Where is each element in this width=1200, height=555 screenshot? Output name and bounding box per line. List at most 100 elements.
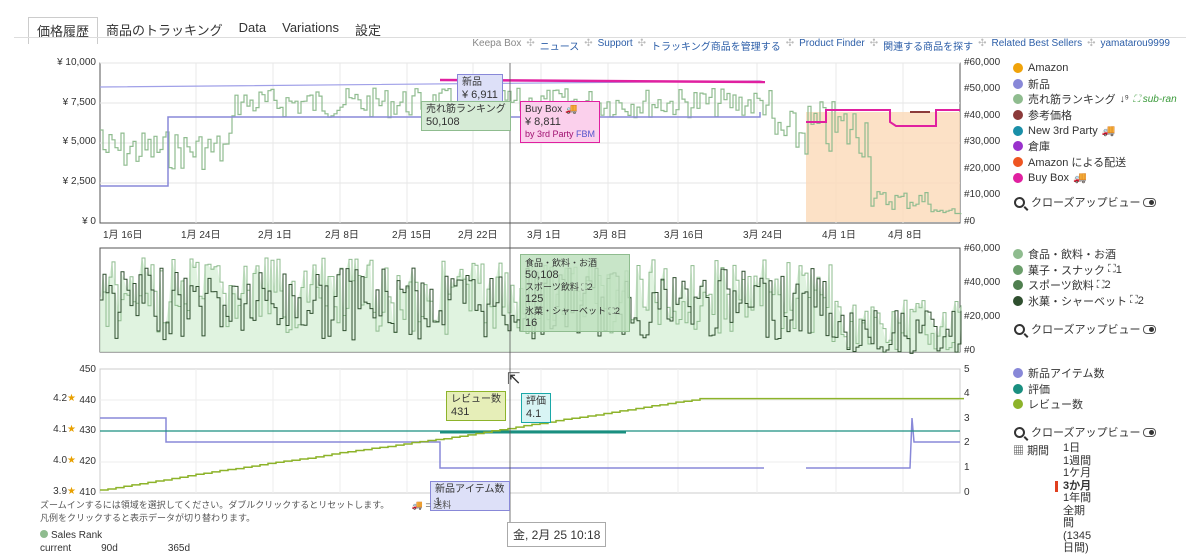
period-label: 期間 [1027, 445, 1050, 457]
y-right-tick: #10,000 [964, 189, 1001, 200]
y-right-tick: #0 [964, 345, 976, 356]
legend-new[interactable]: 新品 [1013, 76, 1177, 92]
y-right-tick: 5 [964, 364, 970, 375]
rank-swatch-icon [1013, 94, 1023, 105]
legend-label: 新品 [1028, 78, 1050, 91]
fba-swatch-icon [1013, 156, 1023, 167]
new-item-count-line-late [806, 417, 960, 469]
legend-new-3rd-party[interactable]: New 3rd Party 🚚 [1013, 123, 1177, 139]
legend-warehouse[interactable]: 倉庫 [1013, 138, 1177, 154]
tooltip-sales-rank: 売れ筋ランキング 50,108 [421, 101, 511, 131]
legend-rating[interactable]: 評価 [1013, 381, 1104, 397]
period-option-all[interactable]: 全期間 (1345 日間) [1063, 505, 1091, 555]
hierarchy-icon: ⛶ [1130, 294, 1138, 307]
chart-notes: ズームインするには領域を選択してください。ダブルクリックするとリセットします。 … [40, 499, 451, 555]
tooltip-value: ¥ 8,811 [525, 116, 561, 128]
tooltip-fbm: FBM [576, 129, 596, 139]
y-right-tick: #40,000 [964, 277, 1001, 288]
period-option-3m[interactable]: 3か月 [1055, 480, 1091, 493]
legend-sales-rank[interactable]: 売れ筋ランキング ↓⁹ ⛶ sub-ran [1013, 91, 1177, 107]
legend-label: 評価 [1028, 383, 1050, 396]
fba-region [806, 112, 960, 222]
reference-swatch-icon [1013, 109, 1023, 120]
tooltip-label: レビュー数 [451, 394, 501, 405]
chart3-legend: 新品アイテム数 評価 レビュー数 [1013, 365, 1104, 412]
tooltip-category-ranks: 食品・飲料・お酒 50,108 スポーツ飲料 ⛶2 125 氷菓・シャーベット … [520, 254, 630, 332]
x-tick: 2月 8日 [325, 230, 359, 241]
period-selector: ▦ 期間 1日 1週間 1ケ月 3か月 1年間 全期間 (1345 日間) [1013, 442, 1091, 554]
legend-label: 菓子・スナック [1028, 264, 1105, 277]
rank-swatch-icon [40, 530, 48, 538]
legend-label: Buy Box [1028, 171, 1069, 184]
cursor-icon: ⇱ [507, 371, 521, 388]
legend-buybox[interactable]: Buy Box 🚚 [1013, 170, 1177, 186]
chart2-closeup-toggle[interactable]: クローズアップビュー [1014, 321, 1157, 337]
sports-swatch-icon [1013, 280, 1023, 291]
tooltip-buybox: Buy Box 🚚 ¥ 8,811 by 3rd Party FBM [520, 101, 601, 143]
tooltip-rating: 評価 4.1 [521, 393, 551, 423]
chart3-closeup-toggle[interactable]: クローズアップビュー [1014, 424, 1157, 440]
period-option-1d[interactable]: 1日 [1063, 442, 1091, 455]
legend-label: レビュー数 [1028, 399, 1083, 412]
legend-sherbet[interactable]: 氷菓・シャーベット ⛶ 2 [1013, 293, 1144, 309]
magnifier-icon [1014, 426, 1025, 438]
x-tick: 2月 22日 [458, 230, 498, 241]
selected-marker [1055, 480, 1058, 492]
sort-icon: ↓⁹ [1119, 93, 1129, 105]
warehouse-swatch-icon [1013, 141, 1023, 152]
tooltip-review-count: レビュー数 431 [446, 391, 506, 421]
tooltip-seller: by 3rd Party [525, 129, 574, 139]
3rd-party-swatch-icon [1013, 125, 1023, 136]
truck-icon: 🚚 [1072, 172, 1087, 185]
chart2-legend: 食品・飲料・お酒 菓子・スナック ⛶ 1 スポーツ飲料 ⛶ 2 氷菓・シャーベット ⛶ 2 [1013, 246, 1144, 309]
stat-col-current: current [40, 543, 72, 554]
legend-amazon[interactable]: Amazon [1013, 60, 1177, 76]
legend-label: 食品・飲料・お酒 [1028, 248, 1116, 261]
y-right-tick: 4 [964, 388, 970, 399]
x-tick: 1月 24日 [181, 230, 221, 241]
toggle-icon [1143, 324, 1157, 334]
stat-col-90d: 90d [101, 543, 118, 554]
legend-rank: 2 [1104, 279, 1111, 292]
legend-food[interactable]: 食品・飲料・お酒 [1013, 246, 1144, 262]
shipping-hint: = 送料 [425, 500, 452, 510]
legend-snack[interactable]: 菓子・スナック ⛶ 1 [1013, 262, 1144, 278]
tooltip-label: 売れ筋ランキング [426, 104, 506, 115]
legend-label: 倉庫 [1028, 141, 1050, 154]
sherbet-swatch-icon [1013, 295, 1023, 306]
zoom-hint: ズームインするには領域を選択してください。ダブルクリックするとリセットします。 [40, 500, 390, 510]
period-option-1w[interactable]: 1週間 [1063, 455, 1091, 468]
legend-new-item-count[interactable]: 新品アイテム数 [1013, 365, 1104, 381]
tooltip-label: スポーツ飲料 [525, 282, 579, 292]
y-left-tick: ¥ 10,000 [57, 57, 96, 68]
legend-fba[interactable]: Amazon による配送 [1013, 154, 1177, 170]
magnifier-icon [1014, 323, 1025, 335]
y-right-tick: 1 [964, 462, 970, 473]
period-option-1m[interactable]: 1ケ月 [1063, 467, 1091, 480]
chart1-legend: Amazon 新品 売れ筋ランキング ↓⁹ ⛶ sub-ran 参考価格 New 3… [1013, 60, 1177, 186]
y-right-tick: #60,000 [964, 57, 1001, 68]
closeup-label: クローズアップビュー [1031, 197, 1141, 209]
sub-rank-toggle[interactable]: ⛶ sub-ran [1133, 94, 1177, 105]
truck-icon: 🚚 [411, 500, 424, 510]
period-option-1y[interactable]: 1年間 [1063, 492, 1091, 505]
magnifier-icon [1014, 196, 1025, 208]
x-tick: 2月 15日 [392, 230, 432, 241]
tooltip-label: 氷菓・シャーベット [525, 306, 607, 316]
snack-swatch-icon [1013, 264, 1023, 275]
truck-icon: 🚚 [1101, 125, 1116, 138]
tooltip-value: 50,108 [426, 116, 460, 128]
legend-sports-drink[interactable]: スポーツ飲料 ⛶ 2 [1013, 277, 1144, 293]
legend-reference-price[interactable]: 参考価格 [1013, 107, 1177, 123]
calendar-icon: ▦ [1013, 445, 1024, 457]
chart1-closeup-toggle[interactable]: クローズアップビュー [1014, 194, 1157, 210]
buybox-swatch-icon [1013, 172, 1023, 183]
x-tick: 2月 1日 [258, 230, 292, 241]
y-right-tick: #30,000 [964, 136, 1001, 147]
legend-review-count[interactable]: レビュー数 [1013, 396, 1104, 412]
legend-label: 新品アイテム数 [1028, 367, 1105, 380]
y-left-tick: 450 [79, 364, 96, 375]
rating-tick: 4.1 [53, 424, 68, 435]
hierarchy-icon: ⛶ [1096, 278, 1105, 291]
stat-col-365d: 365d [167, 543, 191, 554]
